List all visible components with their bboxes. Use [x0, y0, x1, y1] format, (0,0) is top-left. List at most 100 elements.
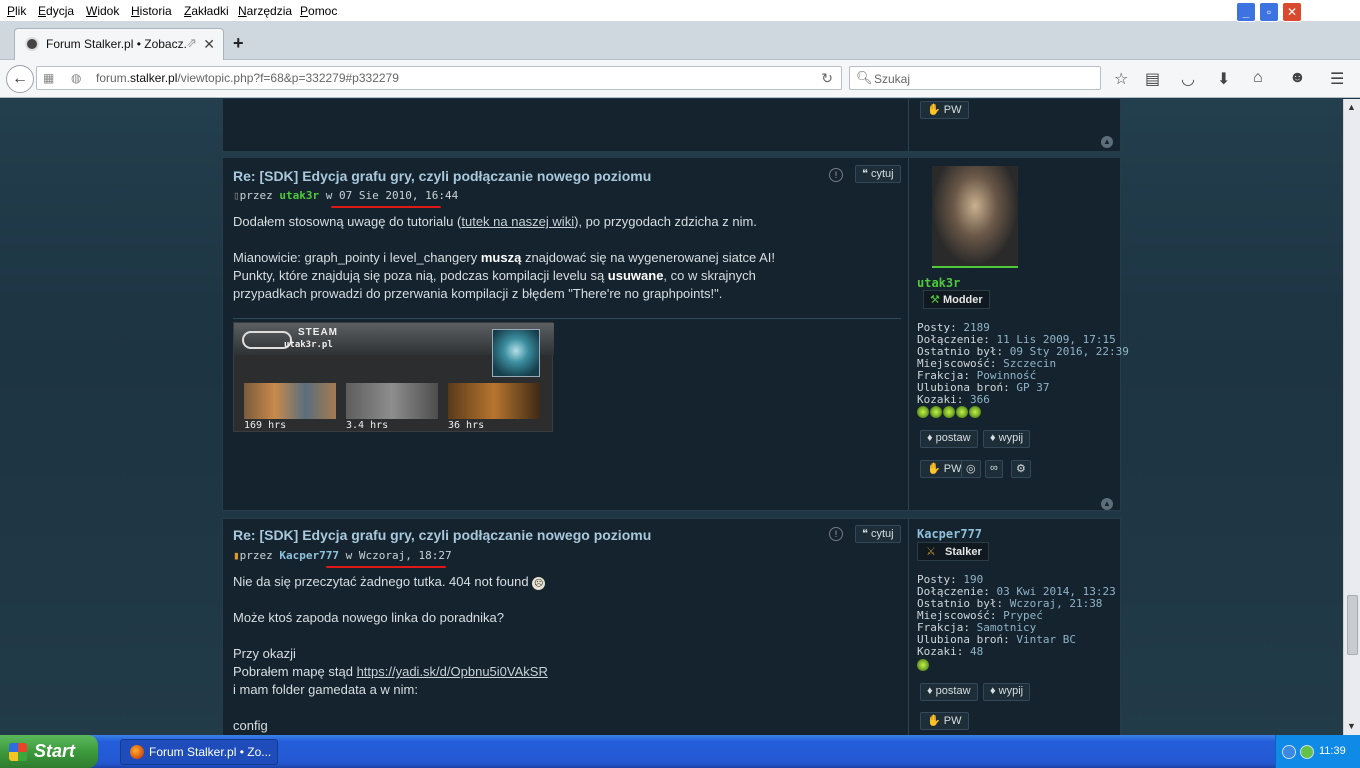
scroll-down-icon[interactable]: ▼	[1347, 721, 1356, 731]
minimize-icon[interactable]: _	[1236, 2, 1256, 22]
yadisk-link[interactable]: https://yadi.sk/d/Opbnu5i0VAkSR	[357, 664, 548, 679]
chat-icon[interactable]: ☻	[1289, 69, 1306, 87]
windows-flag-icon	[9, 743, 27, 761]
menu-widok[interactable]: Widok	[86, 4, 119, 18]
profile-boots: Kozaki: 366	[917, 393, 990, 406]
post-utak3r: Re: [SDK] Edycja grafu gry, czyli podłąc…	[222, 157, 1129, 511]
profile-username[interactable]: utak3r	[917, 276, 960, 290]
post-date: 07 Sie 2010, 16:44	[339, 189, 459, 202]
go-top-icon[interactable]: ▲	[1101, 498, 1113, 510]
tray-arrow-icon[interactable]	[1282, 745, 1296, 759]
tab-bar: Forum Stalker.pl • Zobacz... ⇗ ✕ +	[0, 22, 1360, 60]
nav-bar: ← ▦ ◍ forum.stalker.pl/viewtopic.php?f=6…	[0, 60, 1360, 98]
author-link[interactable]: utak3r	[279, 189, 319, 202]
postaw-button[interactable]: ♦ postaw	[920, 430, 978, 448]
red-underline	[331, 206, 441, 208]
home-icon[interactable]: ⌂	[1253, 69, 1263, 87]
settings-gear-icon[interactable]: ⚙	[1011, 460, 1031, 478]
maximize-icon[interactable]: ▫	[1259, 2, 1279, 22]
user-avatar[interactable]	[932, 166, 1018, 268]
post-title[interactable]: Re: [SDK] Edycja grafu gry, czyli podłąc…	[233, 527, 651, 543]
post-date: Wczoraj, 18:27	[358, 549, 452, 562]
post-meta: ▮przez Kacper777 w Wczoraj, 18:27	[233, 549, 452, 562]
radiation-icon	[917, 659, 929, 671]
start-button[interactable]: Start	[0, 735, 98, 768]
email-icon[interactable]: ◎	[961, 460, 981, 478]
post-body: Dodałem stosowną uwagę do tutorialu (tut…	[233, 214, 775, 301]
menu-narzedzia[interactable]: Narzędzia	[238, 4, 292, 18]
steam-user: utak3r.pl	[284, 340, 333, 350]
window-controls: _ ▫ ✕	[1236, 2, 1358, 22]
game-war-of-mine-cover	[346, 383, 438, 419]
scroll-thumb[interactable]	[1347, 595, 1358, 655]
post-kacper777: Re: [SDK] Edycja grafu gry, czyli podłąc…	[222, 518, 1121, 735]
rank-icon: ⚔	[926, 546, 936, 558]
menu-historia[interactable]: Historia	[131, 4, 172, 18]
url-text[interactable]: forum.stalker.pl/viewtopic.php?f=68&p=33…	[96, 71, 399, 85]
post-title[interactable]: Re: [SDK] Edycja grafu gry, czyli podłąc…	[233, 168, 651, 184]
download-icon[interactable]: ⬇	[1217, 69, 1230, 89]
radiation-icon	[917, 406, 929, 418]
forum-page: ✋ PW ▲ Re: [SDK] Edycja grafu gry, czyli…	[0, 99, 1343, 735]
bookmark-star-icon[interactable]: ☆	[1114, 69, 1128, 89]
menu-zakladki[interactable]: Zakładki	[184, 4, 229, 18]
game-hours: 169 hrs	[244, 420, 287, 431]
tray-network-icon[interactable]	[1300, 745, 1314, 759]
menu-pomoc[interactable]: Pomoc	[300, 4, 337, 18]
game-hours: 3.4 hrs	[346, 420, 389, 431]
profile-boots: Kozaki: 48	[917, 645, 984, 658]
pm-button[interactable]: ✋ PW	[920, 712, 969, 730]
globe-icon[interactable]: ◍	[71, 71, 85, 85]
wiki-link[interactable]: tutek na naszej wiki	[461, 214, 574, 229]
new-tab-icon[interactable]: +	[233, 33, 244, 54]
radiation-badges	[917, 659, 930, 674]
profile-column	[908, 519, 909, 735]
quote-button[interactable]: ❝ cytuj	[855, 525, 901, 543]
hamburger-menu-icon[interactable]: ☰	[1330, 69, 1344, 89]
wypij-button[interactable]: ♦ wypij	[983, 430, 1031, 448]
previous-post-fragment: ✋ PW ▲	[222, 99, 1121, 152]
author-link[interactable]: Kacper777	[279, 549, 339, 562]
pocket-icon[interactable]: ◡	[1181, 69, 1195, 89]
taskbar-firefox-item[interactable]: Forum Stalker.pl • Zo...	[120, 739, 278, 765]
profile-column	[908, 99, 909, 151]
post-icon: ▮	[233, 549, 240, 562]
clock: 11:39	[1319, 745, 1346, 757]
go-top-icon[interactable]: ▲	[1101, 136, 1113, 148]
radiation-icon	[969, 406, 981, 418]
scroll-up-icon[interactable]: ▲	[1347, 102, 1356, 112]
close-window-icon[interactable]: ✕	[1282, 2, 1302, 22]
pm-button[interactable]: ✋ PW	[920, 101, 969, 119]
wrench-icon: ⚒	[930, 294, 940, 306]
wypij-button[interactable]: ♦ wypij	[983, 683, 1031, 701]
reload-icon[interactable]: ↻	[821, 70, 833, 87]
post-meta: ▯przez utak3r w 07 Sie 2010, 16:44	[233, 189, 459, 202]
url-bar[interactable]: ▦ ◍ forum.stalker.pl/viewtopic.php?f=68&…	[36, 66, 842, 90]
red-underline	[326, 566, 446, 568]
radiation-badges	[917, 406, 982, 421]
profile-username[interactable]: Kacper777	[917, 527, 982, 541]
skull-avatar	[492, 329, 540, 377]
tab-title: Forum Stalker.pl • Zobacz...	[46, 37, 186, 51]
quote-button[interactable]: ❝ cytuj	[855, 165, 901, 183]
search-box[interactable]: 🔍︎ Szukaj	[849, 66, 1101, 90]
report-icon[interactable]: !	[829, 527, 843, 541]
reader-icon[interactable]: ▦	[43, 71, 57, 85]
steam-signature[interactable]: STEAM utak3r.pl 169 hrs 3.4 hrs 36 hrs	[233, 322, 554, 432]
bookmarks-list-icon[interactable]: ▤	[1145, 69, 1160, 89]
postaw-button[interactable]: ♦ postaw	[920, 683, 978, 701]
tab-forum[interactable]: Forum Stalker.pl • Zobacz... ⇗ ✕	[14, 28, 224, 60]
report-icon[interactable]: !	[829, 168, 843, 182]
menu-plik[interactable]: Plik	[7, 4, 26, 18]
website-icon[interactable]: ∞	[985, 460, 1003, 478]
close-tab-icon[interactable]: ✕	[203, 36, 215, 53]
share-icon[interactable]: ⇗	[186, 35, 197, 51]
vertical-scrollbar[interactable]: ▲ ▼	[1343, 99, 1360, 735]
game-stalker-cover	[448, 383, 540, 419]
back-arrow-icon[interactable]: ←	[6, 65, 34, 93]
menu-edycja[interactable]: Edycja	[38, 4, 74, 18]
radiation-favicon-icon	[25, 37, 39, 51]
radiation-icon	[930, 406, 942, 418]
post-icon: ▯	[233, 189, 240, 202]
profile-column	[908, 158, 909, 510]
